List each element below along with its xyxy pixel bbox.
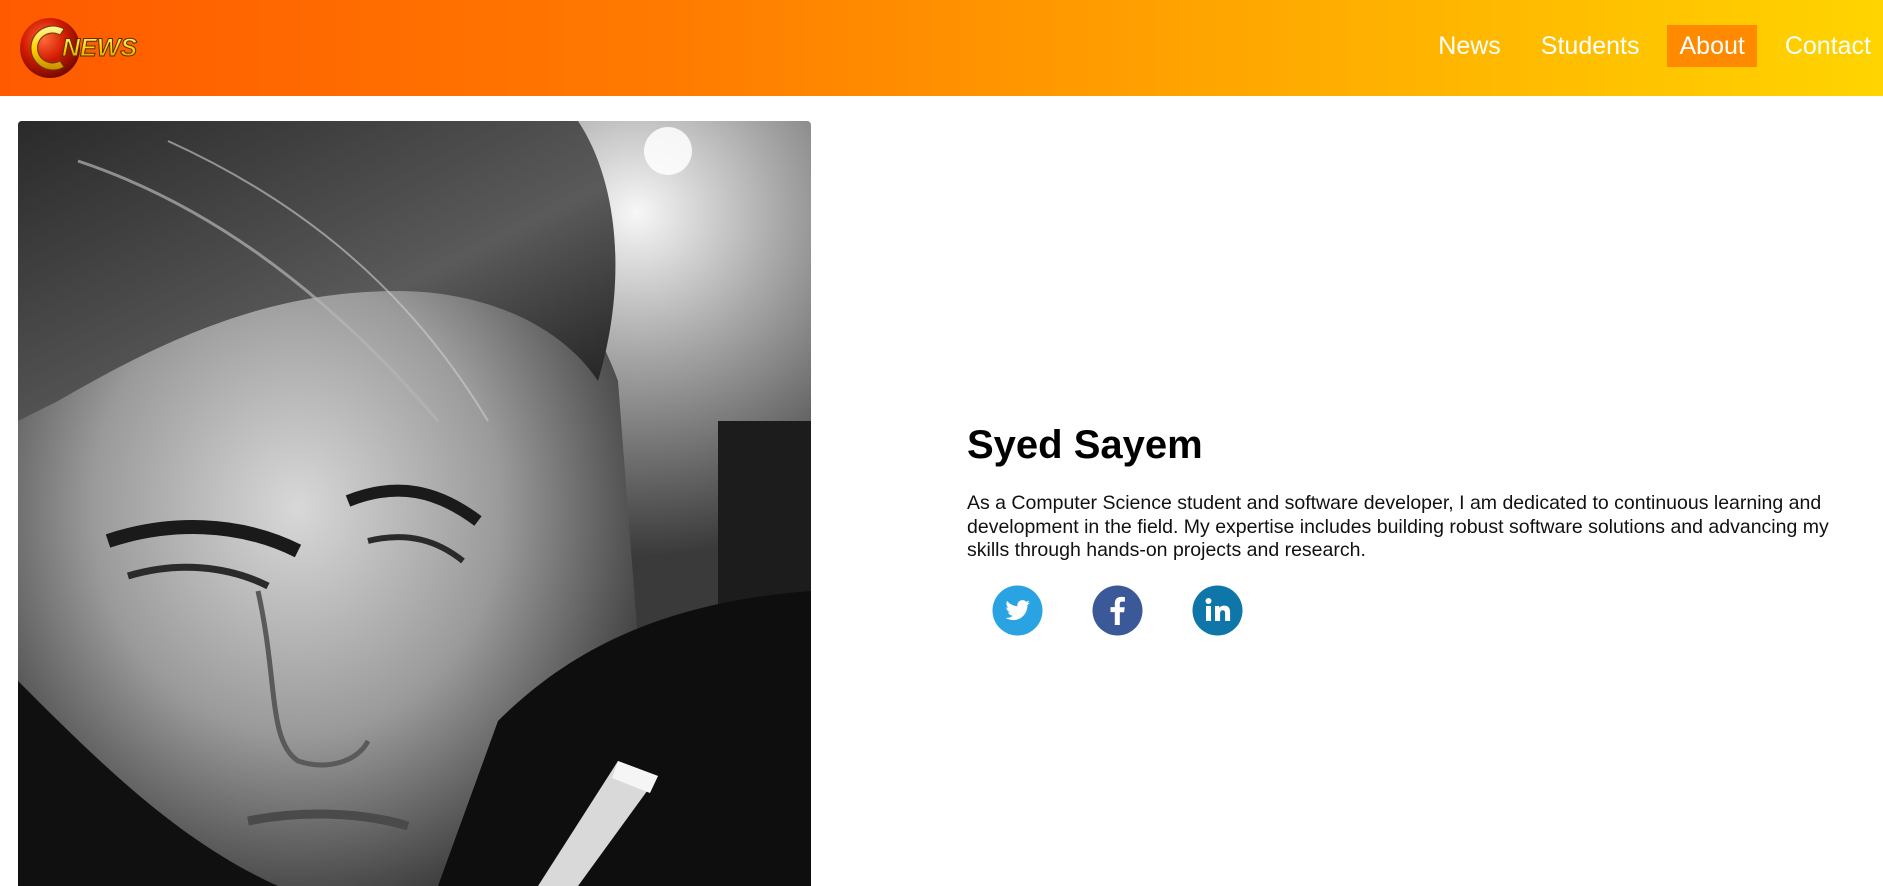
profile-section: Syed Sayem As a Computer Science student… [967,420,1867,636]
social-links [992,585,1867,636]
profile-bio: As a Computer Science student and softwa… [967,492,1829,561]
main-nav: News Students About Contact [1426,25,1883,67]
news-logo[interactable]: NEWS [20,15,150,81]
facebook-icon[interactable] [1092,585,1143,636]
nav-item-contact[interactable]: Contact [1773,25,1883,67]
twitter-icon[interactable] [992,585,1043,636]
profile-name: Syed Sayem [967,423,1203,467]
profile-photo [18,121,811,886]
nav-item-students[interactable]: Students [1529,25,1652,67]
nav-item-news[interactable]: News [1426,25,1513,67]
logo-text: NEWS [62,34,137,62]
nav-item-about[interactable]: About [1667,25,1757,67]
navbar: NEWS News Students About Contact [0,0,1883,96]
linkedin-icon[interactable] [1192,585,1243,636]
